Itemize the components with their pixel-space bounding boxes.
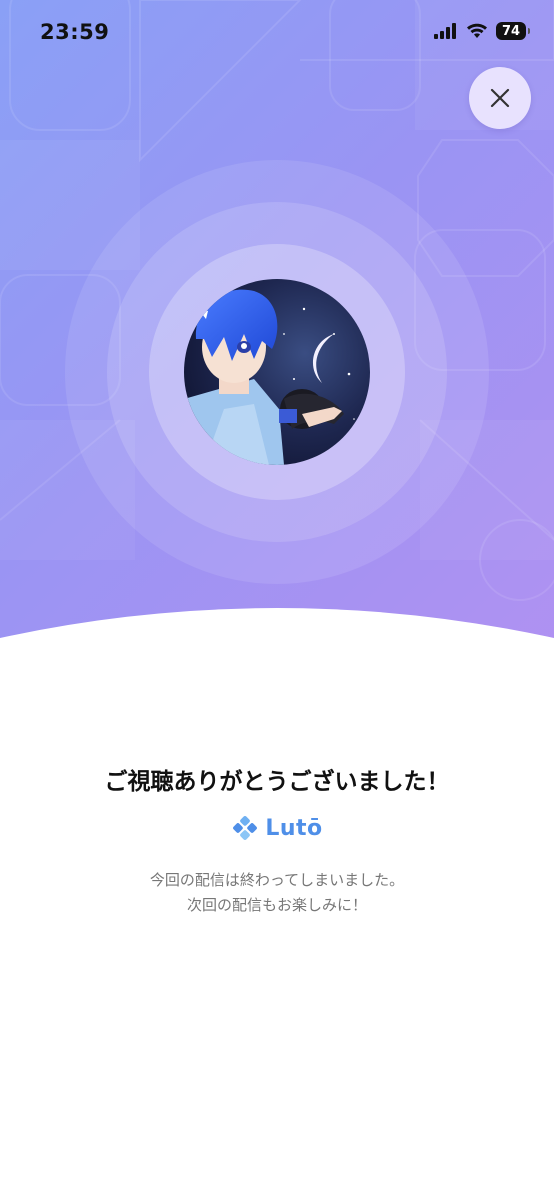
brand-name: Lutō [265,815,323,841]
status-icons: 74 [434,22,530,40]
battery-level: 74 [501,23,521,39]
streamer-avatar [184,279,370,465]
status-bar: 23:59 74 [0,0,554,70]
message-line-2: 次回の配信もお楽しみに！ [186,896,367,914]
brand-logo: Lutō [0,810,554,846]
end-message-section: ご視聴ありがとうございました！ Lutō 今回の配信は終わってしまいました。 次… [0,760,554,918]
wifi-icon [467,23,487,38]
close-button[interactable] [469,67,531,129]
content-wave-divider [0,608,554,700]
page-title: ご視聴ありがとうございました！ [104,769,450,795]
message-line-1: 今回の配信は終わってしまいました。 [149,871,405,889]
luto-logo-icon [233,816,258,840]
close-icon [490,88,510,108]
status-time: 23:59 [40,20,110,44]
cellular-signal-icon [434,23,456,39]
stream-ended-message: 今回の配信は終わってしまいました。 次回の配信もお楽しみに！ [0,868,554,918]
battery-icon: 74 [496,22,530,40]
